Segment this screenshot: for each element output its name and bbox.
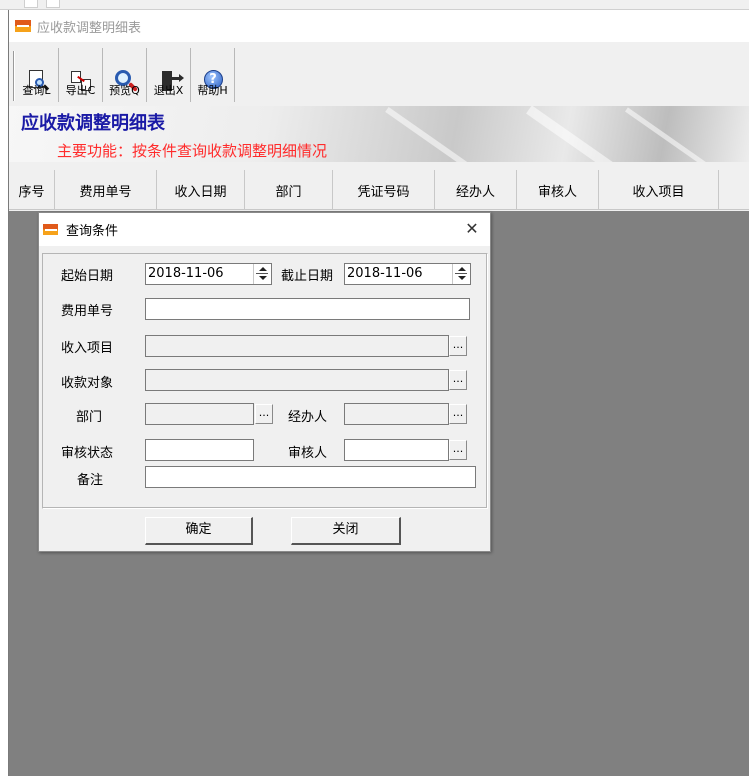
query-dialog: 查询条件 ✕ 起始日期 2018-11-06 截止日期 2018-11-06 费…	[38, 212, 491, 552]
payer-field	[145, 369, 449, 391]
column-header-voucher-no[interactable]: 凭证号码	[333, 170, 435, 210]
app-logo-icon	[15, 20, 31, 32]
exit-button[interactable]: 退出X	[147, 48, 191, 102]
handler-lookup-button[interactable]: ...	[449, 404, 467, 424]
payer-label: 收款对象	[61, 376, 114, 391]
column-header-index[interactable]: 序号	[9, 170, 55, 210]
query-button[interactable]: 查询L	[15, 48, 59, 102]
column-header-handler[interactable]: 经办人	[435, 170, 517, 210]
audit-status-input[interactable]	[145, 439, 254, 461]
end-date-label: 截止日期	[281, 269, 334, 284]
handler-field	[344, 403, 449, 425]
title-bar: 应收款调整明细表	[9, 10, 749, 42]
end-date-field[interactable]: 2018-11-06	[344, 263, 471, 285]
income-item-field	[145, 335, 449, 357]
top-tab	[24, 0, 38, 8]
handler-label: 经办人	[288, 410, 328, 425]
dialog-title-bar: 查询条件 ✕	[39, 213, 490, 246]
report-banner: 应收款调整明细表 主要功能：按条件查询收款调整明细情况	[9, 106, 749, 162]
export-button[interactable]: 导出C	[59, 48, 103, 102]
export-button-label: 导出C	[65, 84, 96, 97]
expense-no-label: 费用单号	[61, 304, 114, 319]
column-header-income-item[interactable]: 收入项目	[599, 170, 719, 210]
close-button[interactable]: 关闭	[291, 517, 401, 545]
help-button[interactable]: ? 帮助H	[191, 48, 235, 102]
audit-status-label: 审核状态	[61, 446, 114, 461]
column-header-auditor[interactable]: 审核人	[517, 170, 599, 210]
ok-button[interactable]: 确定	[145, 517, 253, 545]
end-date-spinner[interactable]	[452, 264, 469, 284]
auditor-input[interactable]	[344, 439, 449, 461]
remark-input[interactable]	[145, 466, 476, 488]
banner-subtitle: 主要功能：按条件查询收款调整明细情况	[57, 142, 328, 160]
toolbar: 查询L 导出C 预览Q 退出X ? 帮助H	[9, 48, 749, 104]
dept-label: 部门	[76, 410, 103, 425]
close-icon[interactable]: ✕	[462, 219, 482, 239]
column-header-dept[interactable]: 部门	[245, 170, 333, 210]
top-strip	[0, 0, 749, 10]
auditor-label: 审核人	[288, 446, 328, 461]
column-header-expense-no[interactable]: 费用单号	[55, 170, 157, 210]
preview-button[interactable]: 预览Q	[103, 48, 147, 102]
payer-lookup-button[interactable]: ...	[449, 370, 467, 390]
start-date-field[interactable]: 2018-11-06	[145, 263, 272, 285]
income-item-label: 收入项目	[61, 341, 114, 356]
dept-lookup-button[interactable]: ...	[255, 404, 273, 424]
income-item-lookup-button[interactable]: ...	[449, 336, 467, 356]
dept-field	[145, 403, 254, 425]
dialog-title: 查询条件	[66, 224, 119, 239]
column-header-income-date[interactable]: 收入日期	[157, 170, 245, 210]
start-date-label: 起始日期	[61, 269, 114, 284]
grid-header: 序号 费用单号 收入日期 部门 凭证号码 经办人 审核人 收入项目	[9, 170, 749, 210]
query-button-label: 查询L	[22, 84, 51, 97]
help-button-label: 帮助H	[197, 84, 228, 97]
start-date-spinner[interactable]	[253, 264, 270, 284]
banner-title: 应收款调整明细表	[21, 113, 165, 134]
preview-button-label: 预览Q	[109, 84, 140, 97]
expense-no-input[interactable]	[145, 298, 470, 320]
top-tab	[46, 0, 60, 8]
auditor-lookup-button[interactable]: ...	[449, 440, 467, 460]
dialog-logo-icon	[43, 224, 58, 235]
remark-label: 备注	[77, 473, 104, 488]
exit-button-label: 退出X	[153, 84, 184, 97]
window-title: 应收款调整明细表	[37, 20, 142, 36]
